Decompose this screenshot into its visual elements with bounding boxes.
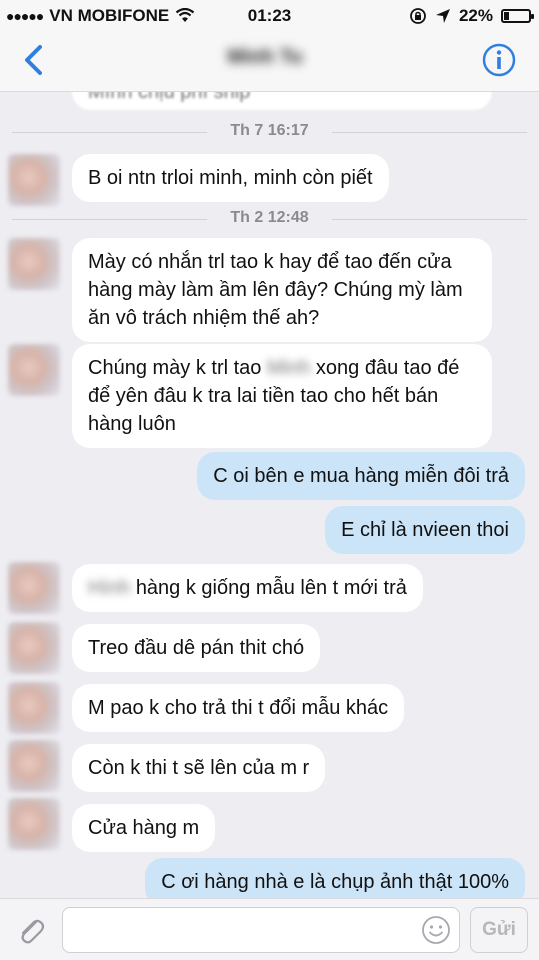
message-bubble-incoming: Còn k thi t sẽ lên của m r [72, 744, 326, 792]
smiley-icon[interactable] [421, 915, 451, 945]
message-text: Chúng mày k trl tao [88, 357, 262, 379]
message-bubble-incoming: B oi ntn trloi minh, minh còn piết [72, 154, 389, 202]
message-bubble-incoming: Chúng mày k trl tao Minh xong đâu tao đé… [72, 344, 492, 448]
avatar[interactable] [8, 562, 60, 614]
message-bubble-outgoing: E chỉ là nvieen thoi [325, 506, 525, 554]
status-bar: ●●●●● VN MOBIFONE 01:23 22% [0, 0, 539, 32]
contact-name[interactable]: Minh Tu [200, 46, 330, 76]
avatar[interactable] [8, 798, 60, 850]
message-bubble-outgoing: C oi bên e mua hàng miễn đôi trả [197, 452, 525, 500]
message-bubble-incoming: M pao k cho trả thi t đổi mẫu khác [72, 684, 405, 732]
avatar[interactable] [8, 682, 60, 734]
avatar[interactable] [8, 344, 60, 396]
message-list[interactable]: Mình chịu phí ship Th 7 16:17 B oi ntn t… [0, 92, 539, 898]
paperclip-icon[interactable] [14, 914, 48, 948]
message-bubble-incoming: Hình hàng k giống mẫu lên t mới trả [72, 564, 423, 612]
message-bubble-incoming: Treo đầu dê pán thit chó [72, 624, 321, 672]
avatar[interactable] [8, 238, 60, 290]
avatar[interactable] [8, 740, 60, 792]
message-text: hàng k giống mẫu lên t mới trả [135, 577, 407, 599]
back-chevron-icon[interactable] [18, 42, 52, 78]
location-arrow-icon [435, 9, 450, 23]
avatar[interactable] [8, 622, 60, 674]
battery-level [504, 12, 509, 20]
blurred-name: Minh [266, 357, 311, 379]
timestamp: Th 2 12:48 [0, 209, 539, 227]
message-field[interactable] [62, 907, 460, 953]
message-bubble-incoming: Cửa hàng m [72, 804, 216, 852]
battery-icon [501, 9, 534, 23]
battery-percent: 22% [458, 6, 493, 25]
timestamp: Th 7 16:17 [0, 122, 539, 140]
nav-bar: Minh Tu [0, 32, 539, 92]
message-bubble-partial: Mình chịu phí ship [72, 92, 492, 110]
message-bubble-incoming: Mày có nhắn trl tao k hay để tao đến cửa… [72, 238, 492, 342]
lock-rotation-icon [410, 8, 426, 24]
message-bubble-outgoing: C ơi hàng nhà e là chụp ảnh thật 100% [145, 858, 525, 898]
message-input[interactable] [73, 908, 413, 952]
composer-bar: Gửi [0, 898, 539, 960]
info-icon[interactable] [481, 42, 517, 78]
send-button[interactable]: Gửi [470, 907, 528, 953]
blurred-name: Hình [88, 577, 131, 599]
avatar[interactable] [8, 154, 60, 206]
